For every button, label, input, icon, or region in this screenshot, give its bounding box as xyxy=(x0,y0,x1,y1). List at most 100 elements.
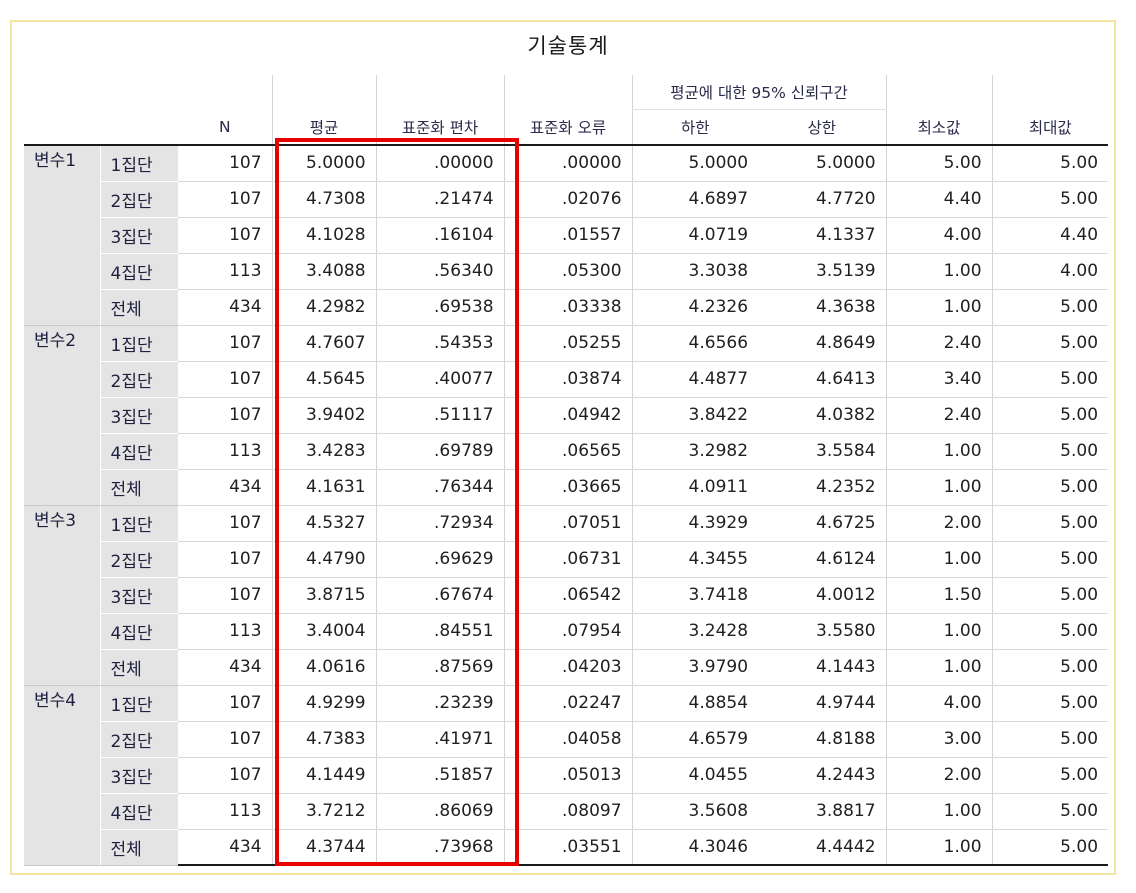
table-row: 변수4 1집단 107 4.9299.23239.02247 4.8854 4.9744 4… xyxy=(24,685,1109,866)
table-row: 전체 434 4.3744.73968.03551 4.3046 4.4442 1.00 5… xyxy=(24,829,1109,866)
cell-upper: 4.4442 xyxy=(758,829,887,866)
cell-sd: .21474 xyxy=(375,181,505,218)
cell-se: .04203 xyxy=(503,649,633,686)
group-label: 2집단 xyxy=(99,181,178,218)
cell-mean: 4.7607 xyxy=(271,325,377,362)
cell-n: 107 xyxy=(178,181,273,218)
cell-se: .00000 xyxy=(503,145,633,182)
cell-upper: 4.6413 xyxy=(758,361,887,398)
cell-lower: 4.2326 xyxy=(631,289,759,326)
header-mean: 평균 xyxy=(271,109,377,146)
cell-sd: .69789 xyxy=(375,433,505,470)
cell-mean: 3.4088 xyxy=(271,253,377,290)
cell-se: .06542 xyxy=(503,577,633,614)
cell-n: 107 xyxy=(178,757,273,794)
cell-se: .04942 xyxy=(503,397,633,434)
group-label: 4집단 xyxy=(99,613,178,650)
cell-upper: 4.1443 xyxy=(758,649,887,686)
table-row: 3집단 107 3.8715.67674.06542 3.7418 4.0012 1.50… xyxy=(24,577,1109,614)
group-label: 2집단 xyxy=(99,721,178,758)
cell-n: 113 xyxy=(178,433,273,470)
cell-min: 2.00 xyxy=(885,505,993,542)
header-min: 최소값 xyxy=(885,109,993,146)
group-label: 3집단 xyxy=(99,577,178,614)
cell-se: .06565 xyxy=(503,433,633,470)
cell-se: .03874 xyxy=(503,361,633,398)
cell-se: .05013 xyxy=(503,757,633,794)
cell-n: 107 xyxy=(178,397,273,434)
table-row: 4집단 113 3.4088.56340.05300 3.3038 3.5139 1.00… xyxy=(24,253,1109,290)
group-label: 4집단 xyxy=(99,433,178,470)
group-label: 3집단 xyxy=(99,217,178,254)
header-ci: 평균에 대한 95% 신뢰구간 xyxy=(631,75,887,110)
group-label: 전체 xyxy=(99,469,178,506)
cell-se: .07954 xyxy=(503,613,633,650)
cell-max: 5.00 xyxy=(991,649,1109,686)
cell-mean: 5.0000 xyxy=(271,145,377,182)
cell-max: 5.00 xyxy=(991,685,1109,722)
cell-se: .07051 xyxy=(503,505,633,542)
table-row: 2집단 107 4.5645.40077.03874 4.4877 4.6413 3.40… xyxy=(24,361,1109,398)
cell-lower: 3.5608 xyxy=(631,793,759,830)
cell-sd: .54353 xyxy=(375,325,505,362)
cell-min: 1.00 xyxy=(885,829,993,866)
cell-min: 1.00 xyxy=(885,253,993,290)
table-row: 전체 434 4.1631.76344.03665 4.0911 4.2352 1.00 5… xyxy=(24,469,1109,506)
cell-mean: 4.5645 xyxy=(271,361,377,398)
cell-upper: 3.8817 xyxy=(758,793,887,830)
header-row-top: 평균에 대한 95% 신뢰구간 xyxy=(24,75,1109,110)
cell-max: 5.00 xyxy=(991,361,1109,398)
cell-sd: .69538 xyxy=(375,289,505,326)
cell-mean: 4.5327 xyxy=(271,505,377,542)
cell-sd: .41971 xyxy=(375,721,505,758)
group-label: 2집단 xyxy=(99,541,178,578)
cell-lower: 3.7418 xyxy=(631,577,759,614)
cell-max: 4.00 xyxy=(991,253,1109,290)
cell-n: 113 xyxy=(178,613,273,650)
cell-max: 5.00 xyxy=(991,325,1109,362)
cell-mean: 4.1449 xyxy=(271,757,377,794)
table-row: 3집단 107 4.1449.51857.05013 4.0455 4.2443 2.00… xyxy=(24,757,1109,794)
cell-lower: 4.0911 xyxy=(631,469,759,506)
cell-sd: .51117 xyxy=(375,397,505,434)
cell-mean: 3.8715 xyxy=(271,577,377,614)
cell-min: 1.00 xyxy=(885,649,993,686)
cell-se: .03338 xyxy=(503,289,633,326)
cell-min: 4.00 xyxy=(885,217,993,254)
cell-upper: 4.8649 xyxy=(758,325,887,362)
cell-se: .04058 xyxy=(503,721,633,758)
cell-mean: 4.7383 xyxy=(271,721,377,758)
cell-upper: 4.7720 xyxy=(758,181,887,218)
cell-n: 434 xyxy=(178,289,273,326)
cell-se: .05300 xyxy=(503,253,633,290)
cell-se: .02076 xyxy=(503,181,633,218)
cell-upper: 4.6124 xyxy=(758,541,887,578)
cell-mean: 4.4790 xyxy=(271,541,377,578)
group-label: 3집단 xyxy=(99,757,178,794)
cell-sd: .69629 xyxy=(375,541,505,578)
group-label: 1집단 xyxy=(99,145,178,182)
cell-max: 5.00 xyxy=(991,289,1109,326)
group-label: 4집단 xyxy=(99,793,178,830)
cell-upper: 4.2443 xyxy=(758,757,887,794)
cell-mean: 4.0616 xyxy=(271,649,377,686)
group-label: 1집단 xyxy=(99,505,178,542)
cell-max: 5.00 xyxy=(991,181,1109,218)
group-label: 전체 xyxy=(99,649,178,686)
cell-se: .03551 xyxy=(503,829,633,866)
cell-se: .01557 xyxy=(503,217,633,254)
cell-lower: 4.6579 xyxy=(631,721,759,758)
header-lower: 하한 xyxy=(631,109,759,146)
cell-se: .05255 xyxy=(503,325,633,362)
cell-lower: 4.8854 xyxy=(631,685,759,722)
cell-lower: 4.6897 xyxy=(631,181,759,218)
group-label: 3집단 xyxy=(99,397,178,434)
group-label: 전체 xyxy=(99,829,178,866)
cell-n: 434 xyxy=(178,649,273,686)
cell-sd: .00000 xyxy=(375,145,505,182)
cell-n: 434 xyxy=(178,829,273,866)
cell-sd: .84551 xyxy=(375,613,505,650)
cell-se: .03665 xyxy=(503,469,633,506)
group-label: 전체 xyxy=(99,289,178,326)
cell-min: 4.40 xyxy=(885,181,993,218)
